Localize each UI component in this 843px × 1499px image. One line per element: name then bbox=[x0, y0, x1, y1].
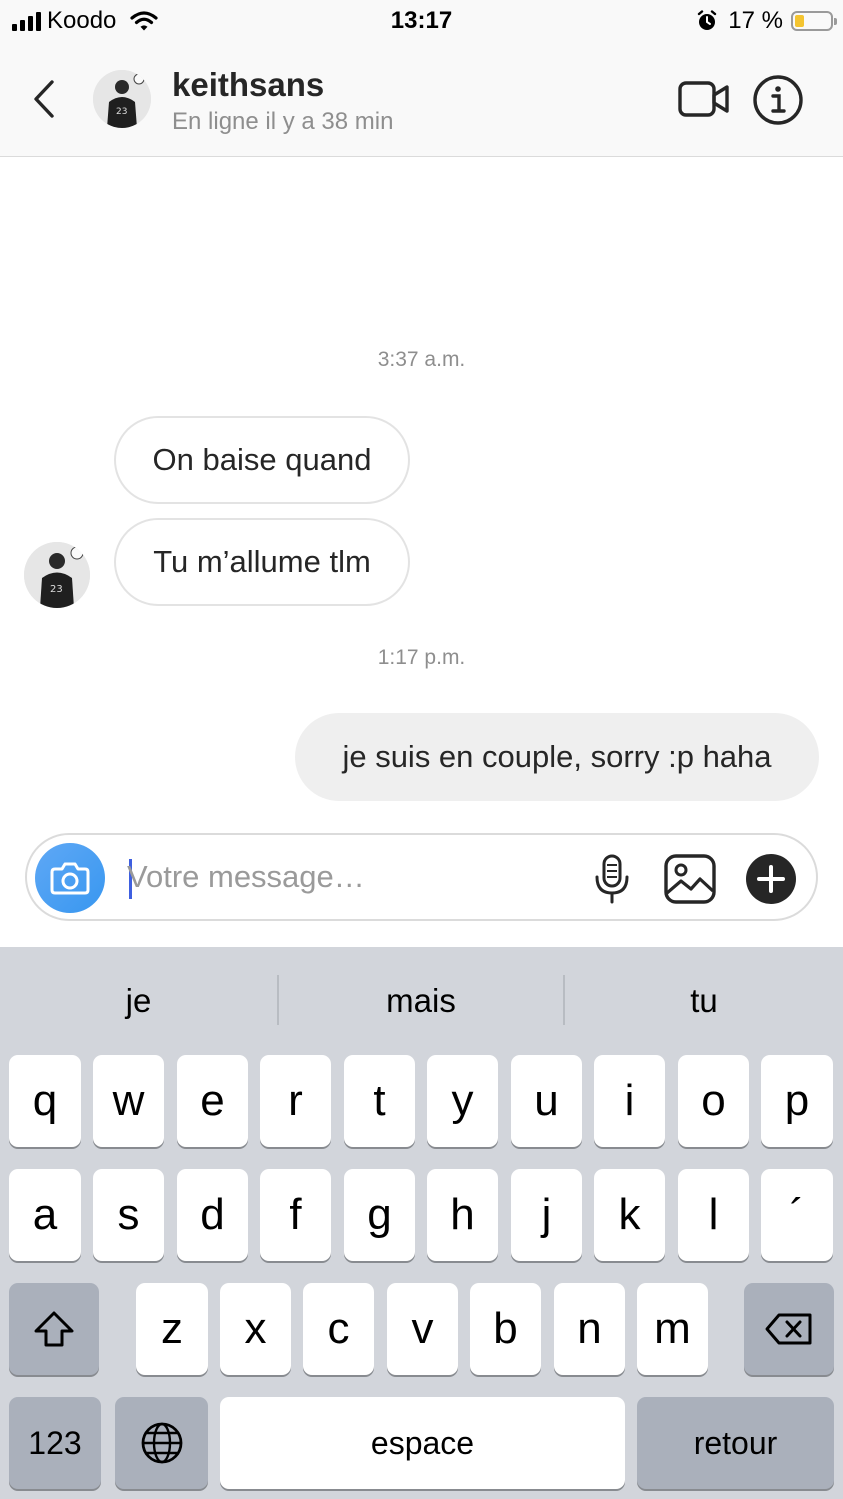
key-t[interactable]: t bbox=[344, 1055, 415, 1147]
key-n[interactable]: n bbox=[554, 1283, 625, 1375]
key-f[interactable]: f bbox=[260, 1169, 331, 1261]
message-timestamp: 3:37 a.m. bbox=[377, 348, 466, 371]
header-avatar[interactable]: 23 bbox=[93, 70, 151, 128]
key-u[interactable]: u bbox=[511, 1055, 582, 1147]
outgoing-message-bubble[interactable]: je suis en couple, sorry :p haha bbox=[295, 713, 819, 801]
globe-key[interactable] bbox=[115, 1397, 208, 1489]
key-w[interactable]: w bbox=[93, 1055, 164, 1147]
key-x[interactable]: x bbox=[220, 1283, 291, 1375]
key-o[interactable]: o bbox=[678, 1055, 749, 1147]
video-camera-icon[interactable] bbox=[677, 78, 731, 120]
key-a[interactable]: a bbox=[9, 1169, 81, 1261]
key-p[interactable]: p bbox=[761, 1055, 833, 1147]
sender-avatar[interactable]: 23 bbox=[24, 542, 90, 608]
key-m[interactable]: m bbox=[637, 1283, 708, 1375]
shift-key[interactable] bbox=[9, 1283, 99, 1375]
key-i[interactable]: i bbox=[594, 1055, 665, 1147]
microphone-icon[interactable] bbox=[592, 853, 632, 905]
key-v[interactable]: v bbox=[387, 1283, 458, 1375]
backspace-key[interactable] bbox=[744, 1283, 834, 1375]
globe-icon bbox=[141, 1422, 182, 1464]
camera-button[interactable] bbox=[35, 843, 105, 913]
message-text: On baise quand bbox=[152, 442, 372, 477]
status-bar: Koodo 13:17 17 % bbox=[0, 0, 843, 44]
key-r[interactable]: r bbox=[260, 1055, 331, 1147]
key-g[interactable]: g bbox=[344, 1169, 415, 1261]
key-d[interactable]: d bbox=[177, 1169, 248, 1261]
back-chevron-icon[interactable] bbox=[28, 78, 62, 120]
status-right: 17 % bbox=[696, 6, 837, 36]
key-k[interactable]: k bbox=[594, 1169, 665, 1261]
space-key[interactable]: espace bbox=[220, 1397, 625, 1489]
key-z[interactable]: z bbox=[136, 1283, 208, 1375]
online-status: En ligne il y a 38 min bbox=[172, 108, 394, 135]
key-s[interactable]: s bbox=[93, 1169, 164, 1261]
incoming-message-bubble[interactable]: Tu m’allume tlm bbox=[114, 518, 410, 606]
message-text: Tu m’allume tlm bbox=[153, 544, 371, 579]
battery-percent: 17 % bbox=[728, 7, 783, 34]
suggestion-2[interactable]: mais bbox=[279, 947, 563, 1055]
key-y[interactable]: y bbox=[427, 1055, 498, 1147]
alarm-icon bbox=[698, 10, 717, 30]
message-timestamp: 1:17 p.m. bbox=[377, 646, 466, 669]
camera-icon bbox=[50, 862, 90, 895]
backspace-icon bbox=[765, 1313, 812, 1345]
suggestion-3[interactable]: tu bbox=[565, 947, 843, 1055]
key-j[interactable]: j bbox=[511, 1169, 582, 1261]
plus-icon[interactable] bbox=[745, 853, 797, 905]
key-q[interactable]: q bbox=[9, 1055, 81, 1147]
svg-text:23: 23 bbox=[116, 107, 127, 117]
key-b[interactable]: b bbox=[470, 1283, 541, 1375]
key-accent[interactable]: ´ bbox=[761, 1169, 833, 1261]
incoming-message-bubble[interactable]: On baise quand bbox=[114, 416, 410, 504]
suggestion-1[interactable]: je bbox=[0, 947, 277, 1055]
keyboard: je mais tu q w e r t y u i o p a s d f g… bbox=[0, 947, 843, 1499]
return-key[interactable]: retour bbox=[637, 1397, 834, 1489]
shift-icon bbox=[34, 1311, 74, 1347]
battery-icon bbox=[791, 11, 837, 31]
svg-text:23: 23 bbox=[50, 584, 63, 595]
key-e[interactable]: e bbox=[177, 1055, 248, 1147]
key-h[interactable]: h bbox=[427, 1169, 498, 1261]
numbers-key[interactable]: 123 bbox=[9, 1397, 101, 1489]
message-text: je suis en couple, sorry :p haha bbox=[342, 739, 772, 774]
key-l[interactable]: l bbox=[678, 1169, 749, 1261]
message-composer bbox=[25, 833, 818, 921]
message-input[interactable] bbox=[127, 853, 567, 901]
chat-header: 23 keithsans En ligne il y a 38 min bbox=[0, 44, 843, 157]
chat-username[interactable]: keithsans bbox=[172, 66, 324, 104]
key-c[interactable]: c bbox=[303, 1283, 374, 1375]
gallery-icon[interactable] bbox=[663, 853, 717, 905]
info-icon[interactable] bbox=[752, 74, 804, 126]
